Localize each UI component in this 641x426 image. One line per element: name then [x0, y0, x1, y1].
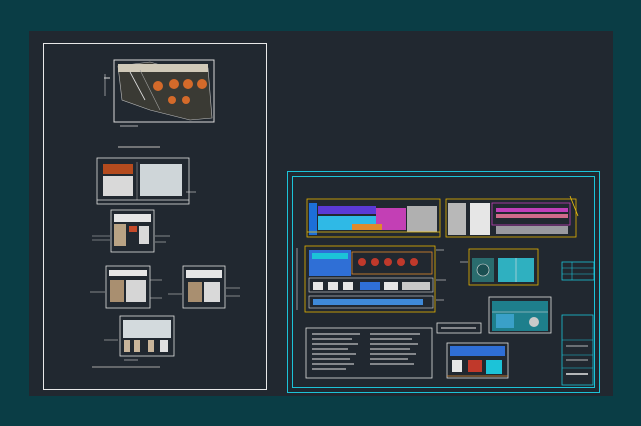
right-title-block[interactable]	[561, 314, 594, 386]
left-elevation-2[interactable]	[92, 209, 170, 253]
viewer-frame	[0, 0, 641, 426]
left-floor-plan[interactable]	[104, 59, 215, 148]
right-notes-block	[305, 327, 433, 379]
right-legend-table[interactable]	[561, 261, 595, 281]
right-shopfront-elevation[interactable]	[460, 248, 539, 286]
right-main-floor-plan[interactable]	[296, 245, 446, 313]
right-elevation-right[interactable]	[445, 195, 579, 238]
right-label-box	[436, 322, 482, 334]
cad-drawing-layer	[90, 59, 595, 386]
left-elevation-4[interactable]	[168, 265, 240, 309]
right-detail-view[interactable]	[488, 296, 552, 334]
right-small-plan[interactable]	[446, 342, 509, 379]
left-elevation-5[interactable]	[92, 315, 175, 368]
left-elevation-3[interactable]	[90, 265, 162, 309]
right-elevation-left[interactable]	[306, 198, 441, 238]
left-elevation-1[interactable]	[96, 157, 196, 205]
